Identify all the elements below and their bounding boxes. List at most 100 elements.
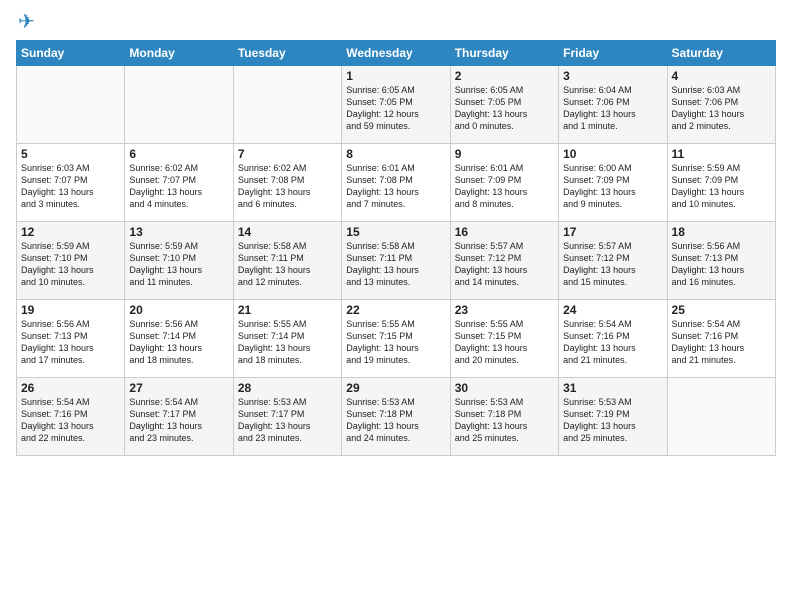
weekday-header-thursday: Thursday [450, 41, 558, 66]
day-number: 17 [563, 225, 662, 239]
calendar-cell [17, 66, 125, 144]
day-info: Sunrise: 6:02 AM Sunset: 7:07 PM Dayligh… [129, 162, 228, 211]
calendar-cell: 26Sunrise: 5:54 AM Sunset: 7:16 PM Dayli… [17, 378, 125, 456]
day-info: Sunrise: 5:55 AM Sunset: 7:15 PM Dayligh… [455, 318, 554, 367]
day-info: Sunrise: 5:57 AM Sunset: 7:12 PM Dayligh… [455, 240, 554, 289]
day-number: 21 [238, 303, 337, 317]
calendar-cell: 11Sunrise: 5:59 AM Sunset: 7:09 PM Dayli… [667, 144, 775, 222]
day-info: Sunrise: 5:59 AM Sunset: 7:10 PM Dayligh… [21, 240, 120, 289]
day-number: 31 [563, 381, 662, 395]
calendar-cell: 4Sunrise: 6:03 AM Sunset: 7:06 PM Daylig… [667, 66, 775, 144]
day-info: Sunrise: 6:01 AM Sunset: 7:08 PM Dayligh… [346, 162, 445, 211]
day-info: Sunrise: 5:58 AM Sunset: 7:11 PM Dayligh… [238, 240, 337, 289]
day-number: 10 [563, 147, 662, 161]
day-info: Sunrise: 5:56 AM Sunset: 7:13 PM Dayligh… [21, 318, 120, 367]
day-number: 15 [346, 225, 445, 239]
calendar-cell: 19Sunrise: 5:56 AM Sunset: 7:13 PM Dayli… [17, 300, 125, 378]
calendar-table: SundayMondayTuesdayWednesdayThursdayFrid… [16, 40, 776, 456]
day-number: 30 [455, 381, 554, 395]
day-info: Sunrise: 5:59 AM Sunset: 7:09 PM Dayligh… [672, 162, 771, 211]
day-info: Sunrise: 5:59 AM Sunset: 7:10 PM Dayligh… [129, 240, 228, 289]
day-info: Sunrise: 5:53 AM Sunset: 7:18 PM Dayligh… [455, 396, 554, 445]
weekday-header-monday: Monday [125, 41, 233, 66]
week-row-4: 19Sunrise: 5:56 AM Sunset: 7:13 PM Dayli… [17, 300, 776, 378]
day-number: 5 [21, 147, 120, 161]
day-number: 13 [129, 225, 228, 239]
day-info: Sunrise: 6:03 AM Sunset: 7:07 PM Dayligh… [21, 162, 120, 211]
day-number: 8 [346, 147, 445, 161]
day-number: 22 [346, 303, 445, 317]
weekday-header-tuesday: Tuesday [233, 41, 341, 66]
day-info: Sunrise: 6:00 AM Sunset: 7:09 PM Dayligh… [563, 162, 662, 211]
logo: ✈ [16, 12, 35, 32]
day-info: Sunrise: 6:05 AM Sunset: 7:05 PM Dayligh… [455, 84, 554, 133]
calendar-cell [233, 66, 341, 144]
calendar-cell: 5Sunrise: 6:03 AM Sunset: 7:07 PM Daylig… [17, 144, 125, 222]
week-row-3: 12Sunrise: 5:59 AM Sunset: 7:10 PM Dayli… [17, 222, 776, 300]
page: ✈ SundayMondayTuesdayWednesdayThursdayFr… [0, 0, 792, 612]
day-number: 4 [672, 69, 771, 83]
calendar-cell: 15Sunrise: 5:58 AM Sunset: 7:11 PM Dayli… [342, 222, 450, 300]
weekday-header-sunday: Sunday [17, 41, 125, 66]
day-number: 12 [21, 225, 120, 239]
day-info: Sunrise: 6:04 AM Sunset: 7:06 PM Dayligh… [563, 84, 662, 133]
day-info: Sunrise: 5:54 AM Sunset: 7:16 PM Dayligh… [21, 396, 120, 445]
calendar-cell: 12Sunrise: 5:59 AM Sunset: 7:10 PM Dayli… [17, 222, 125, 300]
weekday-header-row: SundayMondayTuesdayWednesdayThursdayFrid… [17, 41, 776, 66]
calendar-cell: 9Sunrise: 6:01 AM Sunset: 7:09 PM Daylig… [450, 144, 558, 222]
day-info: Sunrise: 6:02 AM Sunset: 7:08 PM Dayligh… [238, 162, 337, 211]
day-info: Sunrise: 6:05 AM Sunset: 7:05 PM Dayligh… [346, 84, 445, 133]
day-info: Sunrise: 5:54 AM Sunset: 7:16 PM Dayligh… [672, 318, 771, 367]
day-info: Sunrise: 5:55 AM Sunset: 7:15 PM Dayligh… [346, 318, 445, 367]
day-info: Sunrise: 5:56 AM Sunset: 7:14 PM Dayligh… [129, 318, 228, 367]
calendar-cell: 31Sunrise: 5:53 AM Sunset: 7:19 PM Dayli… [559, 378, 667, 456]
day-number: 11 [672, 147, 771, 161]
calendar-cell: 3Sunrise: 6:04 AM Sunset: 7:06 PM Daylig… [559, 66, 667, 144]
day-info: Sunrise: 6:03 AM Sunset: 7:06 PM Dayligh… [672, 84, 771, 133]
calendar-cell: 30Sunrise: 5:53 AM Sunset: 7:18 PM Dayli… [450, 378, 558, 456]
day-info: Sunrise: 5:56 AM Sunset: 7:13 PM Dayligh… [672, 240, 771, 289]
calendar-cell: 8Sunrise: 6:01 AM Sunset: 7:08 PM Daylig… [342, 144, 450, 222]
calendar-cell: 20Sunrise: 5:56 AM Sunset: 7:14 PM Dayli… [125, 300, 233, 378]
day-number: 16 [455, 225, 554, 239]
calendar-cell: 24Sunrise: 5:54 AM Sunset: 7:16 PM Dayli… [559, 300, 667, 378]
calendar-cell: 28Sunrise: 5:53 AM Sunset: 7:17 PM Dayli… [233, 378, 341, 456]
day-number: 20 [129, 303, 228, 317]
day-number: 27 [129, 381, 228, 395]
day-number: 6 [129, 147, 228, 161]
calendar-cell: 27Sunrise: 5:54 AM Sunset: 7:17 PM Dayli… [125, 378, 233, 456]
calendar-cell [125, 66, 233, 144]
weekday-header-wednesday: Wednesday [342, 41, 450, 66]
day-info: Sunrise: 5:53 AM Sunset: 7:17 PM Dayligh… [238, 396, 337, 445]
day-number: 18 [672, 225, 771, 239]
day-info: Sunrise: 6:01 AM Sunset: 7:09 PM Dayligh… [455, 162, 554, 211]
day-number: 26 [21, 381, 120, 395]
header: ✈ [16, 12, 776, 32]
week-row-1: 1Sunrise: 6:05 AM Sunset: 7:05 PM Daylig… [17, 66, 776, 144]
day-number: 14 [238, 225, 337, 239]
day-number: 9 [455, 147, 554, 161]
calendar-cell: 14Sunrise: 5:58 AM Sunset: 7:11 PM Dayli… [233, 222, 341, 300]
calendar-cell: 16Sunrise: 5:57 AM Sunset: 7:12 PM Dayli… [450, 222, 558, 300]
calendar-cell: 17Sunrise: 5:57 AM Sunset: 7:12 PM Dayli… [559, 222, 667, 300]
calendar-cell: 1Sunrise: 6:05 AM Sunset: 7:05 PM Daylig… [342, 66, 450, 144]
calendar-cell [667, 378, 775, 456]
day-number: 28 [238, 381, 337, 395]
day-info: Sunrise: 5:53 AM Sunset: 7:19 PM Dayligh… [563, 396, 662, 445]
week-row-2: 5Sunrise: 6:03 AM Sunset: 7:07 PM Daylig… [17, 144, 776, 222]
day-number: 1 [346, 69, 445, 83]
calendar-cell: 25Sunrise: 5:54 AM Sunset: 7:16 PM Dayli… [667, 300, 775, 378]
calendar-cell: 18Sunrise: 5:56 AM Sunset: 7:13 PM Dayli… [667, 222, 775, 300]
week-row-5: 26Sunrise: 5:54 AM Sunset: 7:16 PM Dayli… [17, 378, 776, 456]
day-number: 7 [238, 147, 337, 161]
calendar-cell: 10Sunrise: 6:00 AM Sunset: 7:09 PM Dayli… [559, 144, 667, 222]
calendar-cell: 22Sunrise: 5:55 AM Sunset: 7:15 PM Dayli… [342, 300, 450, 378]
calendar-cell: 29Sunrise: 5:53 AM Sunset: 7:18 PM Dayli… [342, 378, 450, 456]
calendar-cell: 2Sunrise: 6:05 AM Sunset: 7:05 PM Daylig… [450, 66, 558, 144]
weekday-header-saturday: Saturday [667, 41, 775, 66]
weekday-header-friday: Friday [559, 41, 667, 66]
calendar-cell: 13Sunrise: 5:59 AM Sunset: 7:10 PM Dayli… [125, 222, 233, 300]
day-info: Sunrise: 5:55 AM Sunset: 7:14 PM Dayligh… [238, 318, 337, 367]
calendar-cell: 21Sunrise: 5:55 AM Sunset: 7:14 PM Dayli… [233, 300, 341, 378]
calendar-cell: 23Sunrise: 5:55 AM Sunset: 7:15 PM Dayli… [450, 300, 558, 378]
